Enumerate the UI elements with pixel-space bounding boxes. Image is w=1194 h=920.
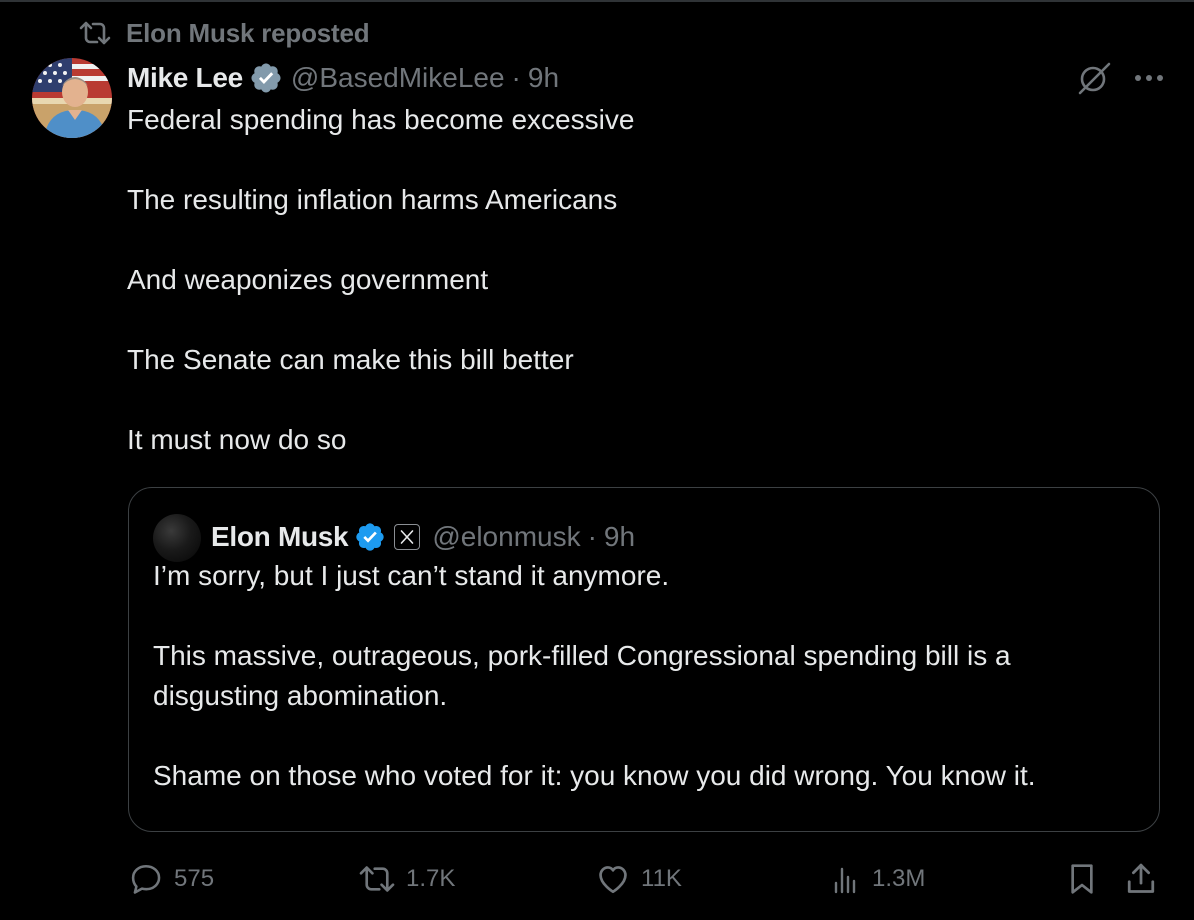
views-icon (830, 863, 862, 895)
repost-button[interactable]: 1.7K (358, 858, 455, 900)
share-icon (1124, 861, 1158, 897)
avatar[interactable] (32, 58, 112, 138)
post-line: And weaponizes government (127, 264, 489, 295)
bookmark-button[interactable] (1066, 858, 1098, 900)
quoted-author-handle[interactable]: @elonmusk (432, 521, 580, 553)
reply-count: 575 (174, 865, 215, 892)
repost-icon (78, 18, 112, 48)
views-count: 1.3M (872, 865, 926, 892)
more-icon[interactable] (1134, 73, 1164, 83)
post-text: Federal spending has become excessive Th… (127, 100, 1157, 460)
quoted-post-text: I’m sorry, but I just can’t stand it any… (153, 556, 1143, 796)
quoted-avatar[interactable] (153, 514, 201, 562)
repost-icon (358, 863, 396, 895)
like-button[interactable]: 11K (595, 858, 682, 900)
verified-badge-icon[interactable] (249, 61, 283, 95)
repost-label: Elon Musk reposted (126, 17, 370, 48)
bookmark-icon (1066, 861, 1098, 897)
post-line: It must now do so (127, 424, 347, 455)
quoted-line: This massive, outrageous, pork-filled Co… (153, 640, 1011, 711)
reply-icon (128, 861, 164, 897)
heart-icon (595, 861, 631, 897)
repost-count: 1.7K (406, 865, 456, 892)
post-timestamp[interactable]: 9h (528, 62, 559, 94)
quoted-post[interactable]: Elon Musk @elonmusk · 9h I’m sorry, but … (128, 487, 1160, 832)
quoted-header-separator: · (587, 521, 597, 552)
repost-header[interactable]: Elon Musk reposted (78, 17, 370, 48)
post-line: The Senate can make this bill better (127, 344, 574, 375)
top-divider (0, 0, 1194, 2)
quoted-line: Shame on those who voted for it: you kno… (153, 760, 1036, 791)
quoted-line: I’m sorry, but I just can’t stand it any… (153, 560, 670, 591)
action-bar: 575 1.7K 11K 1.3M (128, 858, 1163, 900)
author-handle[interactable]: @BasedMikeLee (291, 62, 505, 94)
post-top-actions (1076, 60, 1164, 96)
quoted-post-header: Elon Musk @elonmusk · 9h (153, 514, 635, 562)
post-line: Federal spending has become excessive (127, 104, 635, 135)
quoted-author-name[interactable]: Elon Musk (211, 521, 349, 553)
header-separator: · (511, 62, 521, 93)
author-name[interactable]: Mike Lee (127, 62, 243, 94)
reply-button[interactable]: 575 (128, 858, 214, 900)
views-button[interactable]: 1.3M (830, 858, 925, 900)
share-button[interactable] (1124, 858, 1158, 900)
quoted-timestamp[interactable]: 9h (604, 521, 635, 553)
post-line: The resulting inflation harms Americans (127, 184, 618, 215)
like-count: 11K (641, 865, 682, 892)
grok-icon[interactable] (1076, 60, 1112, 96)
verified-badge-icon[interactable] (354, 521, 386, 553)
x-logo-icon[interactable] (394, 524, 421, 550)
post-header: Mike Lee @BasedMikeLee · 9h (127, 58, 559, 98)
